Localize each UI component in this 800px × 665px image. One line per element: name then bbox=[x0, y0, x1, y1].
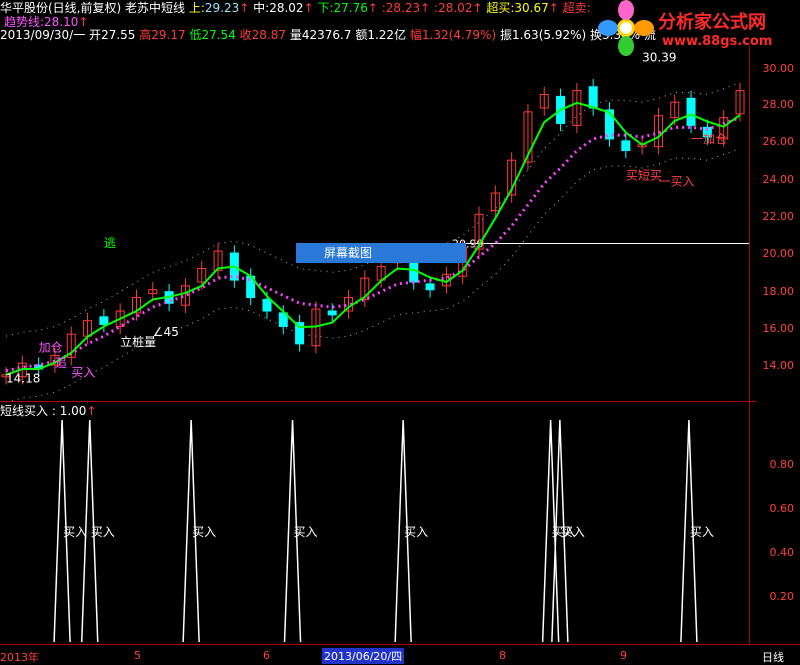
buy-label: 买入 bbox=[192, 525, 216, 539]
chart-annotation: 逃 bbox=[104, 236, 116, 250]
amp-value: 1.63(5.92%) bbox=[511, 28, 587, 42]
chart-annotation: 加仓 bbox=[39, 341, 63, 355]
chart-annotation: 买入 bbox=[71, 366, 95, 380]
amp-label: 振 bbox=[499, 28, 512, 42]
logo-url: www.88gs.com bbox=[662, 34, 773, 49]
y-tick: 16.00 bbox=[762, 322, 795, 335]
mid-label: 中: bbox=[253, 1, 270, 15]
sub-y-tick: 0.20 bbox=[769, 590, 795, 603]
y-tick: 14.00 bbox=[762, 359, 795, 372]
buy-label: 买入 bbox=[63, 525, 87, 539]
sub-y-tick: 0.60 bbox=[769, 502, 795, 515]
chart-annotation: 追 bbox=[55, 355, 67, 370]
panel-divider bbox=[0, 401, 756, 402]
candle-body bbox=[425, 283, 435, 291]
y-axis-line bbox=[749, 46, 750, 644]
val4: 28.23 bbox=[385, 1, 421, 15]
open-value: 27.55 bbox=[101, 28, 136, 42]
close-label: 收 bbox=[239, 28, 252, 42]
amt-label: 额 bbox=[355, 28, 368, 42]
candle-body bbox=[621, 140, 631, 152]
oversell-label: 超卖: bbox=[562, 1, 591, 15]
sub-y-tick: 0.40 bbox=[769, 546, 795, 559]
buy-label: 买入 bbox=[561, 525, 585, 539]
low-value: 27.54 bbox=[201, 28, 236, 42]
y-tick: 18.00 bbox=[762, 285, 795, 298]
x-tick: 6 bbox=[263, 649, 270, 662]
candle-body bbox=[409, 262, 419, 283]
upper-band bbox=[5, 82, 741, 337]
info-row: 2013/09/30/一 开27.55 高29.17 低27.54 收28.87… bbox=[0, 28, 656, 42]
y-tick: 26.00 bbox=[762, 135, 795, 148]
open-label: 开 bbox=[89, 28, 102, 42]
mid-value: 28.02 bbox=[269, 1, 304, 15]
buy-label: 买入 bbox=[690, 525, 714, 539]
chart-annotation: 14.18 bbox=[6, 372, 40, 386]
candle-body bbox=[588, 86, 598, 109]
high-label: 高 bbox=[139, 28, 152, 42]
buy-label: 买入 bbox=[294, 525, 318, 539]
trend-value: 28.10 bbox=[44, 15, 79, 29]
sub-panel-label: 短线买入 : 1.00↑ bbox=[0, 404, 97, 418]
trend-row: 趋势线:28.10↑ bbox=[4, 15, 89, 29]
chart-annotation: 立桩量 bbox=[120, 334, 156, 349]
chart-annotation: 买短买 bbox=[626, 169, 662, 183]
x-tick-highlight: 2013/06/20/四 bbox=[322, 648, 405, 664]
sub-y-tick: 0.80 bbox=[769, 458, 795, 471]
y-tick: 20.00 bbox=[762, 247, 795, 260]
logo-name: 分析家公式网 bbox=[658, 12, 766, 33]
x-tick: 5 bbox=[134, 649, 141, 662]
upper-label: 上: bbox=[188, 1, 205, 15]
x-tick: 8 bbox=[499, 649, 506, 662]
indicator-name[interactable]: 老苏中短线 bbox=[125, 1, 185, 15]
candle-body bbox=[327, 310, 337, 316]
vol-value: 42376.7 bbox=[301, 28, 352, 42]
high-value: 29.17 bbox=[151, 28, 186, 42]
kline-chart: 20.9914.18∠45立桩量加仓追买入逃30.39买短买一加仓一买入买入 买入… bbox=[1, 51, 749, 643]
buy-label: 买入 bbox=[91, 525, 115, 539]
header-row: 华平股份(日线,前复权) 老苏中短线 上:29.23↑ 中:28.02↑ 下:2… bbox=[0, 1, 591, 15]
lower-band bbox=[5, 148, 741, 403]
vol-label: 量 bbox=[289, 28, 302, 42]
candle-body bbox=[686, 97, 696, 126]
info-date: 2013/09/30/一 bbox=[0, 28, 86, 42]
y-tick: 30.00 bbox=[762, 62, 795, 75]
close-value: 28.87 bbox=[251, 28, 287, 42]
val5: 28.02 bbox=[438, 1, 473, 15]
candle-body bbox=[99, 316, 109, 326]
y-tick: 28.00 bbox=[762, 98, 795, 111]
y-tick: 22.00 bbox=[762, 210, 795, 223]
overbuy-value: 30.67 bbox=[514, 1, 549, 15]
chart-annotation: ∠45 bbox=[153, 325, 179, 339]
stock-name[interactable]: 华平股份(日线,前复权) bbox=[0, 1, 121, 15]
buy-label: 买入 bbox=[404, 525, 428, 539]
chg-label: 幅 bbox=[409, 28, 422, 42]
lower-label: 下: bbox=[317, 1, 334, 15]
x-tick: 9 bbox=[620, 649, 627, 662]
low-label: 低 bbox=[189, 28, 202, 42]
site-logo: 分析家公式网 www.88gs.com bbox=[596, 0, 800, 56]
lower-value: 27.76 bbox=[333, 1, 368, 15]
sub-panel-name: 短线买入 bbox=[0, 404, 49, 418]
y-tick: 24.00 bbox=[762, 173, 795, 186]
chart-annotation: 一买入 bbox=[658, 174, 694, 188]
x-axis: 2013年 5 6 2013/06/20/四 8 9 日线 bbox=[0, 644, 800, 664]
sub-panel-value: 1.00 bbox=[59, 404, 87, 418]
upper-value: 29.23 bbox=[204, 1, 240, 15]
overbuy-label: 超买: bbox=[486, 1, 515, 15]
chg-value: 1.32(4.79%) bbox=[421, 28, 497, 42]
chart-annotation: 一加仓 bbox=[691, 132, 727, 146]
screenshot-label: 屏幕截图 bbox=[324, 246, 373, 260]
flower-logo-icon bbox=[598, 0, 654, 56]
trend-label: 趋势线: bbox=[4, 15, 45, 29]
candle-body bbox=[262, 298, 272, 312]
screenshot-button[interactable]: 屏幕截图 bbox=[296, 243, 466, 263]
amt-value: 1.22亿 bbox=[367, 28, 407, 42]
